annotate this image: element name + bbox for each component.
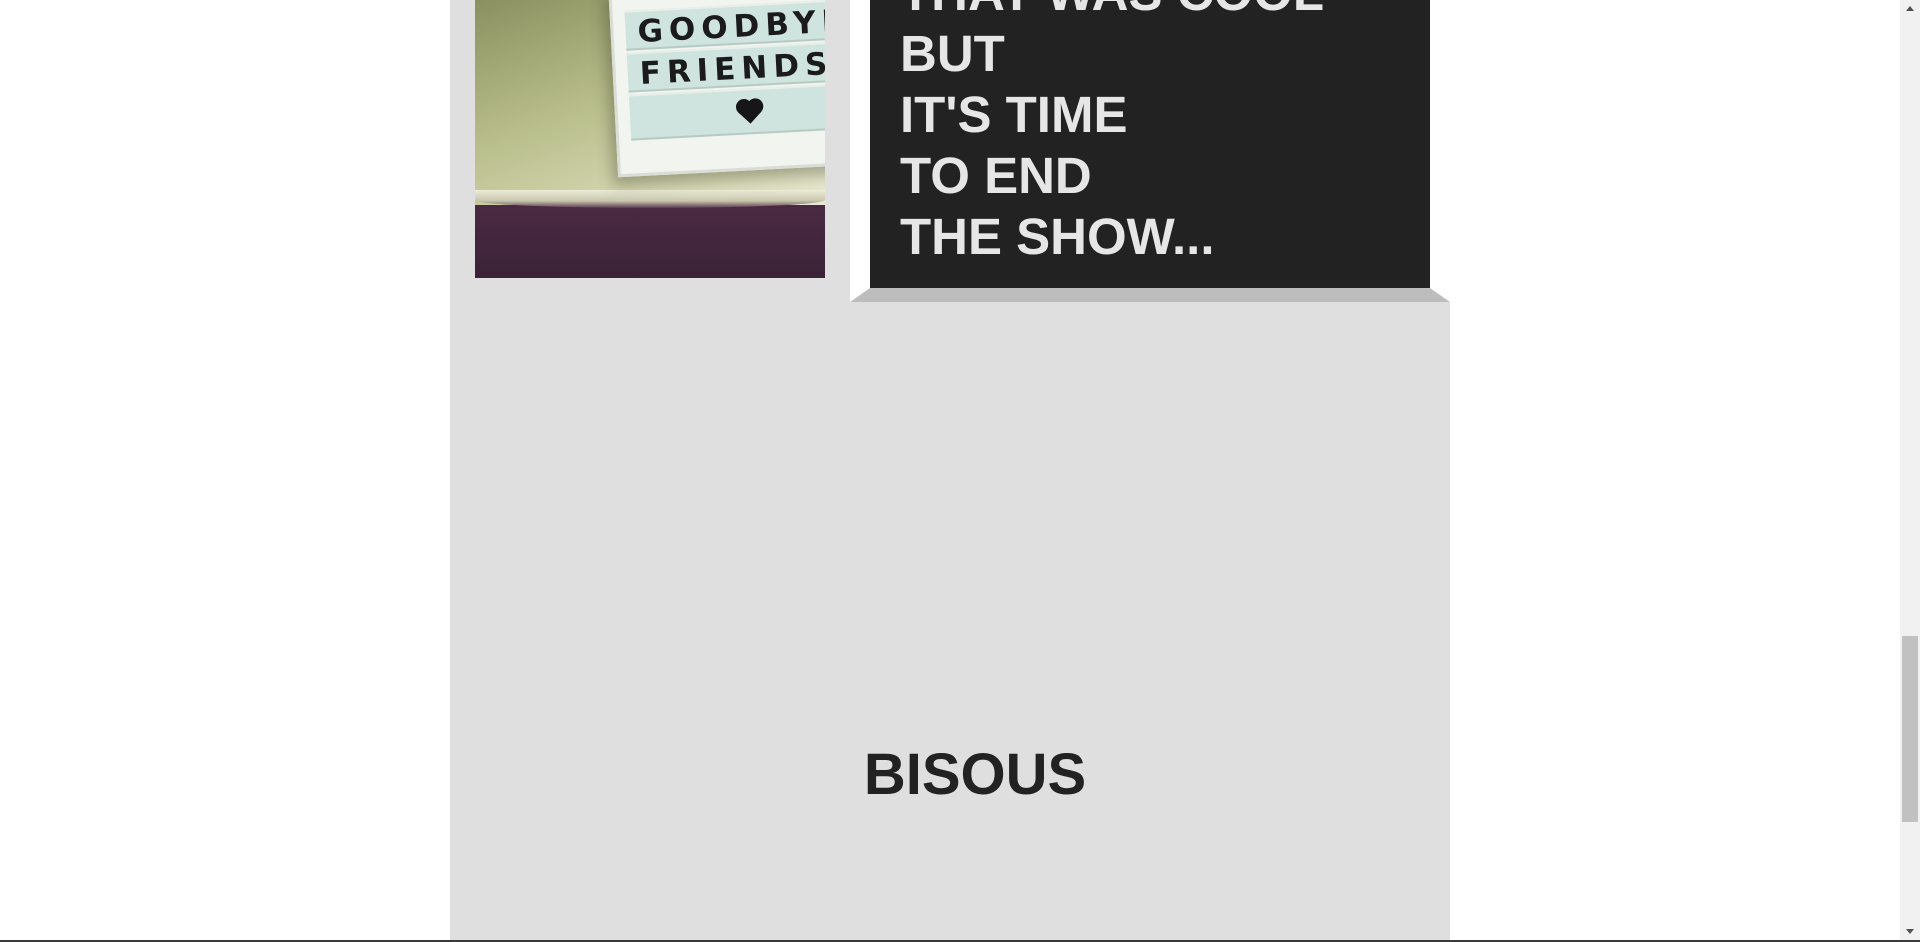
message-line: THAT WAS COOL	[900, 0, 1324, 23]
scroll-up-button[interactable]	[1900, 0, 1920, 17]
browser-viewport: GOODBYE FRIENDS THAT WAS COOL BUT IT'S T…	[0, 0, 1900, 940]
arrow-up-icon	[1906, 6, 1914, 11]
message-line: TO END	[900, 147, 1092, 204]
farewell-heading: BISOUS	[863, 742, 1087, 807]
vertical-scrollbar[interactable]	[1900, 0, 1920, 940]
message-card-frame: THAT WAS COOL BUT IT'S TIME TO END THE S…	[850, 0, 1450, 302]
message-line: THE SHOW...	[900, 208, 1215, 265]
scroll-thumb[interactable]	[1902, 636, 1918, 822]
message-card: THAT WAS COOL BUT IT'S TIME TO END THE S…	[870, 0, 1430, 288]
scroll-down-button[interactable]	[1900, 923, 1920, 940]
message-heading: THAT WAS COOL BUT IT'S TIME TO END THE S…	[900, 0, 1324, 267]
lightbox-sign: GOODBYE FRIENDS	[608, 0, 825, 178]
message-line: IT'S TIME	[900, 86, 1128, 143]
message-line: BUT	[900, 25, 1005, 82]
message-card-shadow	[850, 288, 1450, 302]
arrow-down-icon	[1906, 929, 1914, 934]
goodbye-photo: GOODBYE FRIENDS	[475, 0, 825, 278]
heart-icon	[738, 101, 762, 124]
page-content: GOODBYE FRIENDS THAT WAS COOL BUT IT'S T…	[450, 0, 1450, 940]
